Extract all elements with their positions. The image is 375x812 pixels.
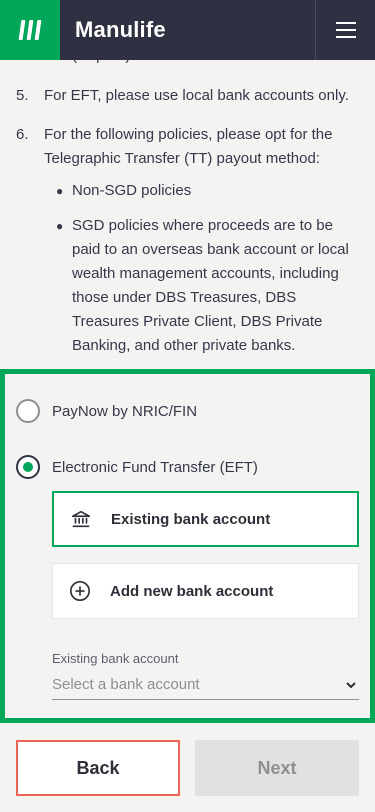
payout-method-section: PayNow by NRIC/FIN Electronic Fund Trans… <box>0 369 375 723</box>
note-item-5: 5. For EFT, please use local bank accoun… <box>16 84 361 108</box>
bullet-item: ● Non-SGD policies <box>56 179 361 203</box>
chevron-down-icon <box>343 677 359 693</box>
select-placeholder: Select a bank account <box>52 676 200 693</box>
bullet-dot-icon: ● <box>56 184 64 198</box>
bank-icon <box>69 507 93 531</box>
note-number: 6. <box>16 126 29 143</box>
note-bullets: ● Non-SGD policies ● SGD policies where … <box>56 179 361 366</box>
radio-eft[interactable]: Electronic Fund Transfer (EFT) <box>16 455 258 479</box>
note-text: For EFT, please use local bank accounts … <box>44 87 349 104</box>
radio-label: Electronic Fund Transfer (EFT) <box>52 458 258 476</box>
manulife-logo-icon[interactable] <box>0 0 60 60</box>
radio-label: PayNow by NRIC/FIN <box>52 402 198 420</box>
hamburger-menu-icon[interactable] <box>315 0 375 60</box>
next-button[interactable]: Next <box>195 740 359 796</box>
bullet-item: ● SGD policies where proceeds are to be … <box>56 214 361 358</box>
add-circle-icon <box>68 579 92 603</box>
add-new-bank-account-option[interactable]: Add new bank account <box>52 563 359 619</box>
bank-account-select[interactable]: Select a bank account <box>52 670 359 700</box>
note-number: 5. <box>16 87 29 104</box>
bullet-dot-icon: ● <box>56 219 64 233</box>
existing-bank-account-label: Existing bank account <box>111 510 271 528</box>
back-button[interactable]: Back <box>16 740 180 796</box>
note-text: For the following policies, please opt f… <box>44 126 333 167</box>
bullet-text: SGD policies where proceeds are to be pa… <box>72 217 349 354</box>
add-new-bank-account-label: Add new bank account <box>110 582 274 600</box>
bank-account-field-label: Existing bank account <box>52 651 179 666</box>
radio-button-selected[interactable] <box>16 455 40 479</box>
bullet-text: Non-SGD policies <box>72 182 192 199</box>
radio-paynow[interactable]: PayNow by NRIC/FIN <box>16 399 197 423</box>
payout-notes: (Cap 36). 5. For EFT, please use local b… <box>0 36 375 366</box>
app-header: Manulife <box>0 0 375 60</box>
brand-name: Manulife <box>75 17 166 42</box>
existing-bank-account-option[interactable]: Existing bank account <box>52 491 359 547</box>
note-item-6: 6. For the following policies, please op… <box>16 123 361 171</box>
radio-button[interactable] <box>16 399 40 423</box>
